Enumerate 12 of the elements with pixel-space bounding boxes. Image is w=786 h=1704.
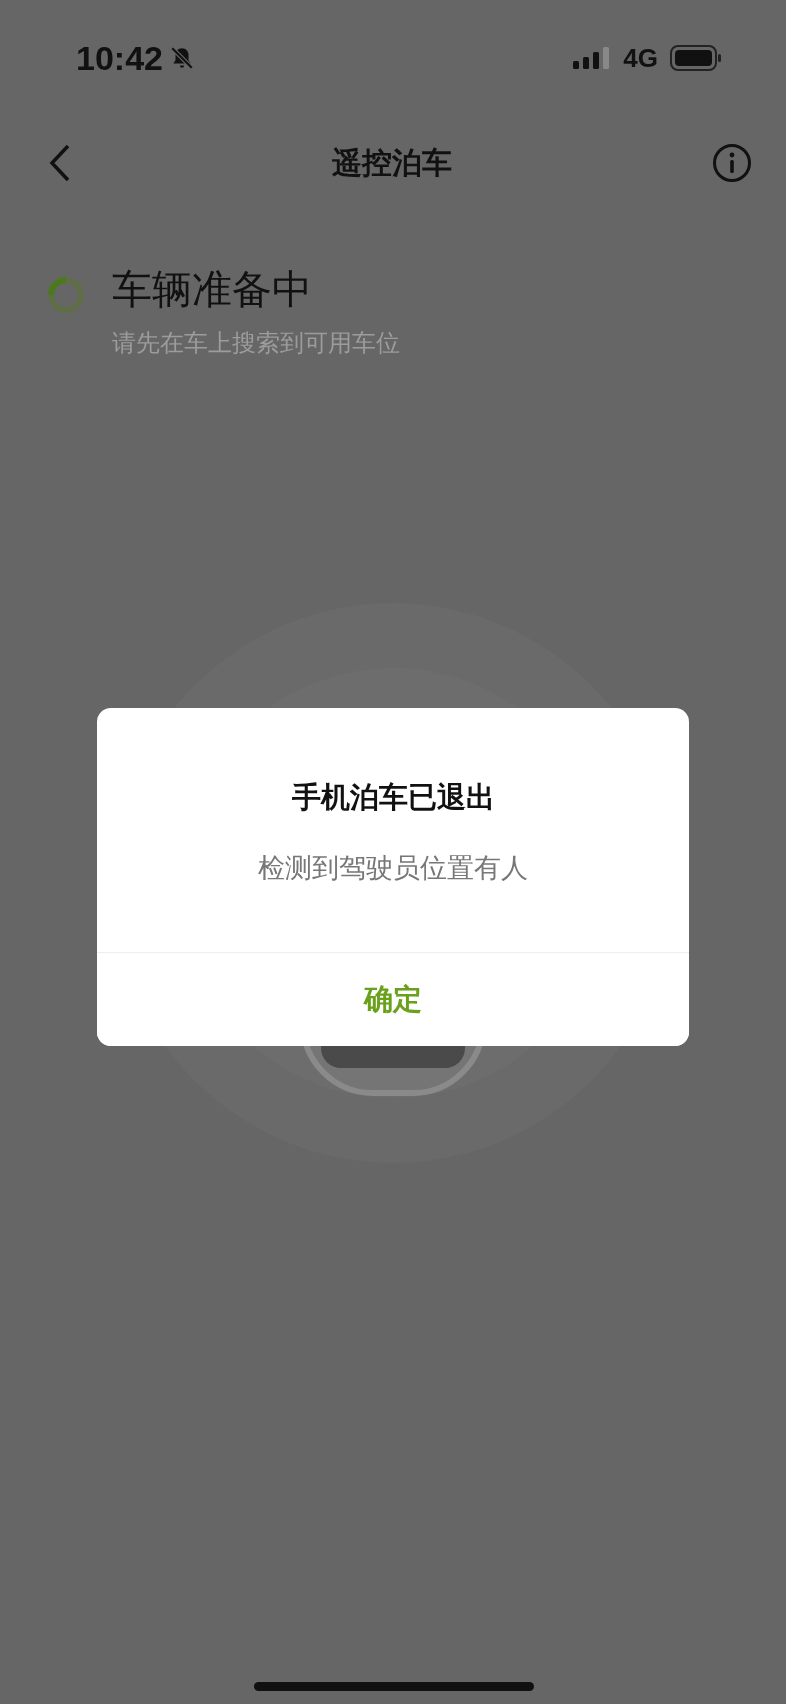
status-time: 10:42 [76,38,163,78]
loading-spinner-icon [46,275,86,315]
dialog-title: 手机泊车已退出 [291,779,495,816]
vehicle-status-title: 车辆准备中 [112,265,313,313]
battery-icon [670,45,722,71]
network-type: 4G [623,42,658,74]
dialog-message: 检测到驾驶员位置有人 [258,851,528,885]
page-title: 遥控泊车 [332,143,452,182]
silent-bell-icon [168,45,195,71]
info-button[interactable] [712,143,752,183]
back-button[interactable] [48,143,72,183]
signal-icon [573,47,612,69]
